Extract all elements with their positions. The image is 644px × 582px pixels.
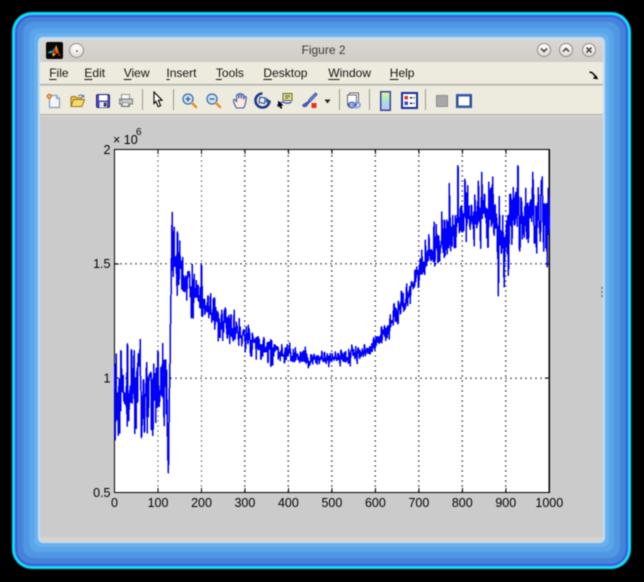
svg-text:2: 2 [104,143,111,157]
svg-text:0.5: 0.5 [93,486,110,500]
svg-text:0: 0 [111,496,118,510]
svg-text:100: 100 [148,496,169,510]
svg-text:1.5: 1.5 [93,257,110,271]
svg-text:× 10: × 10 [113,133,138,147]
svg-text:1: 1 [104,372,111,386]
svg-text:300: 300 [234,496,255,510]
svg-text:800: 800 [452,496,473,510]
svg-text:600: 600 [365,496,386,510]
svg-text:500: 500 [321,496,342,510]
svg-text:6: 6 [136,127,142,138]
svg-text:400: 400 [278,496,299,510]
svg-text:700: 700 [408,496,429,510]
svg-text:200: 200 [191,496,212,510]
svg-text:900: 900 [495,496,516,510]
svg-text:1000: 1000 [535,496,563,510]
